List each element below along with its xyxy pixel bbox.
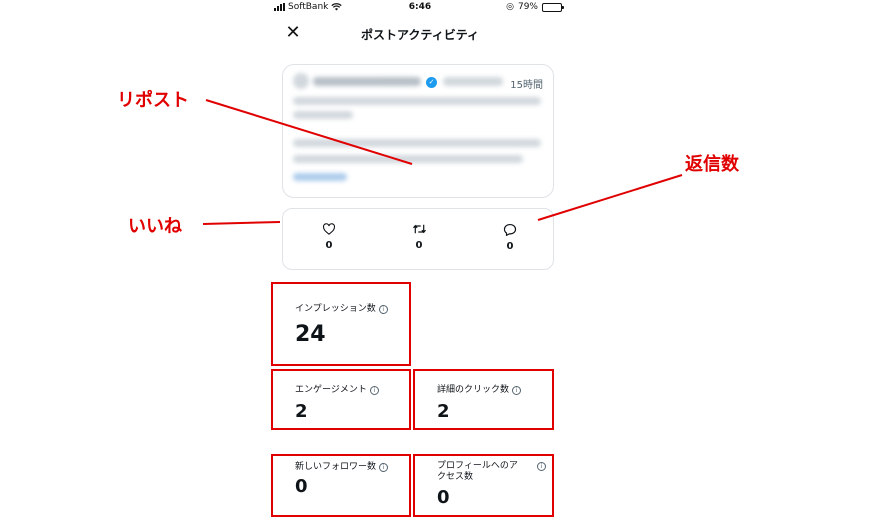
annotation-arrows [202,99,683,225]
annotation-line-reply [537,174,683,221]
annotation-line-like [202,221,281,225]
annotation-line-repost [205,99,413,165]
